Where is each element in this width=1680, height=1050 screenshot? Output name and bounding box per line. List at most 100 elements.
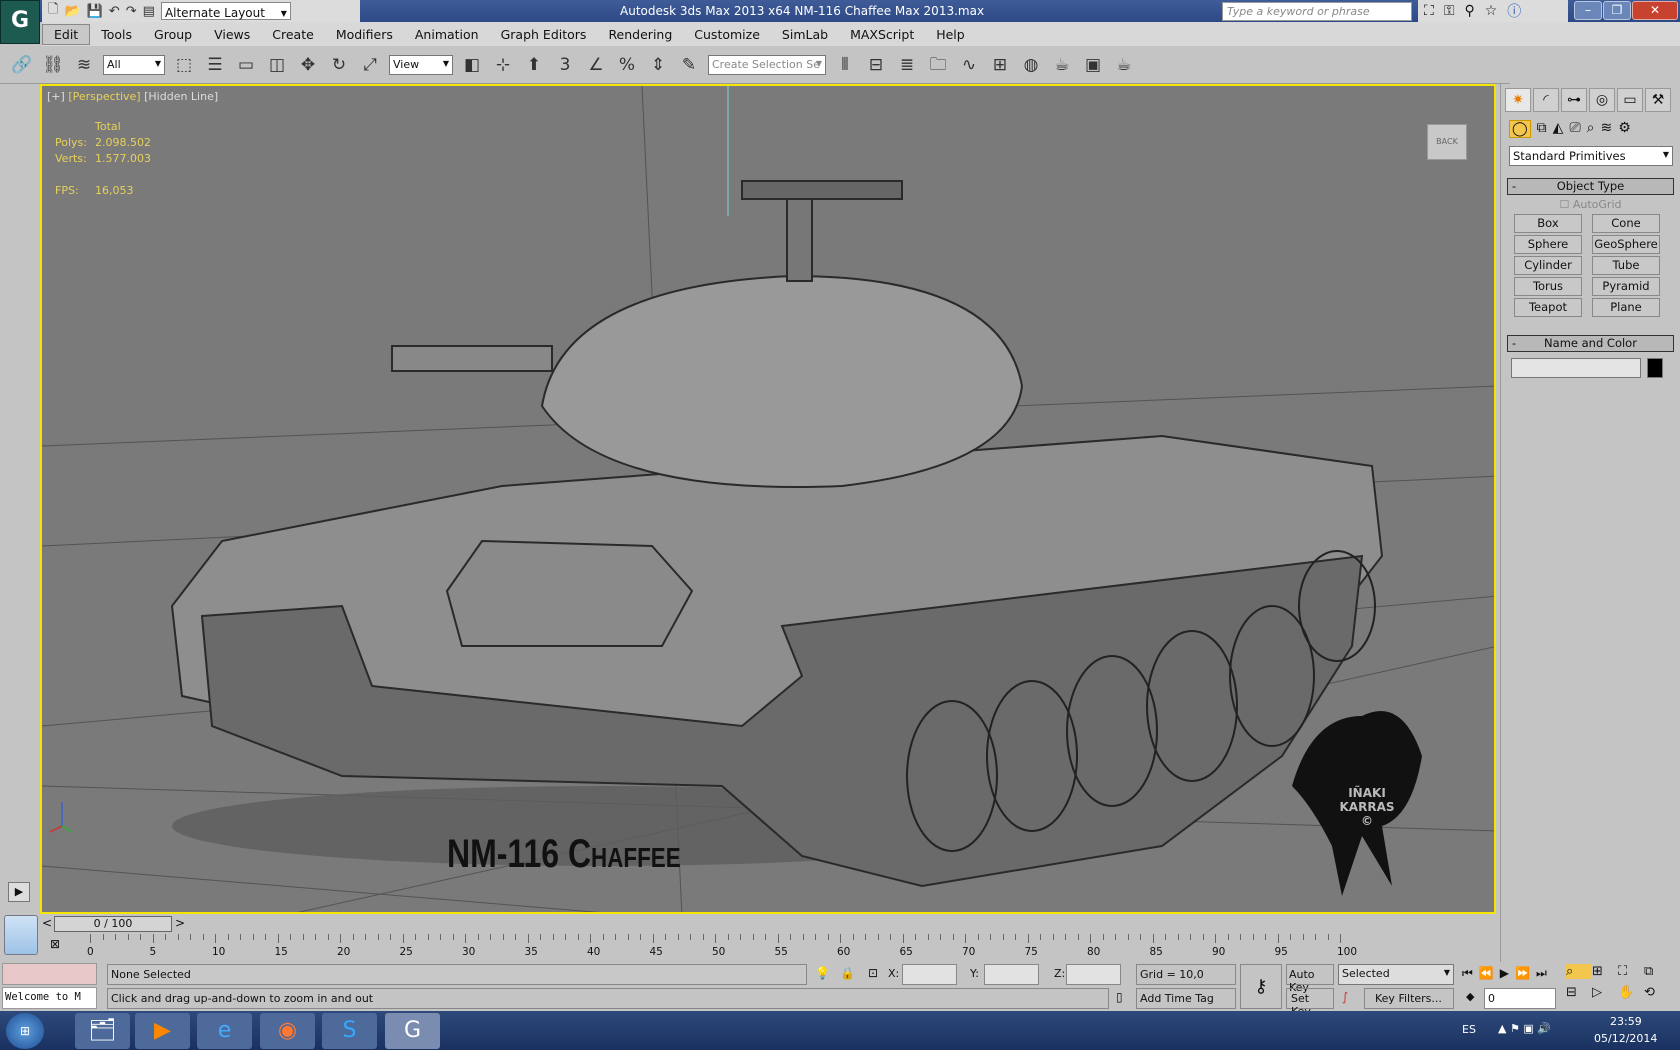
object-name-input[interactable]	[1511, 358, 1641, 378]
media-player-taskbar-icon[interactable]: ▶	[135, 1013, 190, 1049]
curve-editor-toggle-icon[interactable]: ⊠	[50, 937, 60, 951]
create-tube-button[interactable]: Tube	[1592, 256, 1660, 275]
shapes-icon[interactable]: ⧉	[1537, 120, 1547, 138]
save-icon[interactable]: 💾	[87, 4, 103, 19]
language-indicator[interactable]: ES	[1462, 1023, 1476, 1036]
explorer-taskbar-icon[interactable]: 🗂	[75, 1013, 130, 1049]
selection-filter-dropdown[interactable]: All	[103, 54, 165, 75]
menu-graph-editors[interactable]: Graph Editors	[490, 25, 598, 44]
go-to-start-icon[interactable]: ⏮	[1462, 966, 1473, 981]
helpers-icon[interactable]: ⌕	[1587, 120, 1595, 138]
menu-tools[interactable]: Tools	[90, 25, 143, 44]
viewport-menu-label[interactable]: [+]	[47, 90, 65, 103]
schematic-view-icon[interactable]: ⊞	[988, 52, 1012, 78]
create-geosphere-button[interactable]: GeoSphere	[1592, 235, 1660, 254]
3dsmax-taskbar-icon[interactable]: G	[385, 1013, 440, 1049]
key-mode-toggle-icon[interactable]: ◆	[1466, 990, 1474, 1003]
unlink-icon[interactable]: ⛓	[41, 52, 65, 78]
key-mode-dropdown[interactable]: Selected	[1338, 964, 1454, 985]
scene-explorer-icon[interactable]: 🗀	[926, 52, 950, 78]
select-by-name-icon[interactable]: ☰	[203, 52, 227, 78]
go-to-end-icon[interactable]: ⏭	[1536, 966, 1547, 981]
layer-manager-icon[interactable]: ≣	[895, 52, 919, 78]
spinner-snap-icon[interactable]: ⇕	[646, 52, 670, 78]
menu-create[interactable]: Create	[261, 25, 325, 44]
time-slider[interactable]: < 0 / 100 >	[40, 915, 1496, 933]
reference-coordinate-dropdown[interactable]: View	[389, 54, 453, 75]
create-torus-button[interactable]: Torus	[1514, 277, 1582, 296]
clock-date[interactable]: 05/12/2014	[1594, 1032, 1657, 1045]
next-key-icon[interactable]: ⏩	[1515, 966, 1530, 981]
minimize-button[interactable]: –	[1574, 1, 1602, 20]
create-teapot-button[interactable]: Teapot	[1514, 298, 1582, 317]
menu-views[interactable]: Views	[203, 25, 261, 44]
undo-icon[interactable]: ↶	[109, 4, 120, 19]
expand-arrow-button[interactable]: ▶	[8, 882, 30, 902]
key-tangent-icon[interactable]: ∫	[1342, 990, 1348, 1004]
rect-selection-icon[interactable]: ▭	[234, 52, 258, 78]
project-folder-icon[interactable]: ▤	[143, 4, 155, 19]
create-cylinder-button[interactable]: Cylinder	[1514, 256, 1582, 275]
keyboard-shortcut-icon[interactable]: ⬆	[522, 52, 546, 78]
isolate-icon[interactable]: 💡	[815, 966, 830, 980]
menu-simlab[interactable]: SimLab	[771, 25, 839, 44]
create-box-button[interactable]: Box	[1514, 214, 1582, 233]
auto-key-button[interactable]: Auto Key	[1286, 964, 1334, 994]
current-frame-input[interactable]: 0	[1484, 988, 1556, 1009]
menu-rendering[interactable]: Rendering	[597, 25, 683, 44]
viewport-label[interactable]: [+] [Perspective] [Hidden Line]	[47, 90, 218, 103]
firefox-taskbar-icon[interactable]: ◉	[260, 1013, 315, 1049]
close-button[interactable]: ✕	[1632, 1, 1678, 20]
render-setup-icon[interactable]: ☕	[1050, 52, 1074, 78]
search-input[interactable]: Type a keyword or phrase	[1222, 2, 1412, 21]
menu-group[interactable]: Group	[143, 25, 203, 44]
display-tab-icon[interactable]: ▭	[1617, 88, 1643, 112]
pivot-center-icon[interactable]: ◧	[460, 52, 484, 78]
zoom-extents-icon[interactable]: ⛶	[1618, 964, 1644, 979]
clock-time[interactable]: 23:59	[1610, 1015, 1642, 1028]
set-key-icon[interactable]: ⚷	[1240, 964, 1282, 1009]
viewport-shading-label[interactable]: [Hidden Line]	[144, 90, 218, 103]
create-sphere-button[interactable]: Sphere	[1514, 235, 1582, 254]
tray-icons[interactable]: ▲ ⚑ ▣ 🔊	[1498, 1022, 1551, 1035]
select-object-icon[interactable]: ⬚	[172, 52, 196, 78]
zoom-all-icon[interactable]: ⊞	[1592, 964, 1618, 979]
menu-modifiers[interactable]: Modifiers	[325, 25, 404, 44]
key-filters-button[interactable]: Key Filters...	[1364, 988, 1454, 1009]
ie-taskbar-icon[interactable]: e	[197, 1013, 252, 1049]
key-icon[interactable]: ⚿	[1444, 3, 1455, 19]
orbit-icon[interactable]: ⟲	[1644, 985, 1670, 1000]
prev-frame-arrow[interactable]: <	[42, 916, 52, 930]
material-editor-icon[interactable]: ◍	[1019, 52, 1043, 78]
zoom-extents-all-icon[interactable]: ⧉	[1644, 964, 1670, 979]
create-tab-icon[interactable]: ✷	[1505, 88, 1531, 112]
create-cone-button[interactable]: Cone	[1592, 214, 1660, 233]
add-time-tag-button[interactable]: Add Time Tag	[1136, 988, 1236, 1009]
create-plane-button[interactable]: Plane	[1592, 298, 1660, 317]
geometry-icon[interactable]: ◯	[1509, 120, 1531, 138]
menu-animation[interactable]: Animation	[404, 25, 490, 44]
systems-icon[interactable]: ⚙	[1618, 120, 1631, 138]
lock-selection-icon[interactable]: 🔒	[840, 966, 855, 980]
mirror-icon[interactable]: ⫴	[833, 52, 857, 78]
app-menu-button[interactable]: G	[0, 0, 40, 44]
time-slider-thumb[interactable]: 0 / 100	[54, 916, 172, 932]
menu-edit[interactable]: Edit	[42, 23, 91, 45]
rendered-frame-icon[interactable]: ▣	[1081, 52, 1105, 78]
edit-named-selection-icon[interactable]: ✎	[677, 52, 701, 78]
motion-tab-icon[interactable]: ◎	[1589, 88, 1615, 112]
curve-editor-icon[interactable]: ∿	[957, 52, 981, 78]
y-coordinate-input[interactable]	[984, 964, 1039, 985]
link-icon[interactable]: 🔗	[10, 52, 34, 78]
menu-customize[interactable]: Customize	[683, 25, 771, 44]
maxscript-listener-input[interactable]: Welcome to M	[2, 987, 97, 1009]
autogrid-checkbox[interactable]: ☐ AutoGrid	[1501, 198, 1680, 211]
render-production-icon[interactable]: ☕	[1112, 52, 1136, 78]
menu-help[interactable]: Help	[925, 25, 976, 44]
named-selection-set-dropdown[interactable]: Create Selection Se	[708, 54, 826, 75]
set-key-button[interactable]: Set Key	[1286, 988, 1334, 1018]
cameras-icon[interactable]: ⎚	[1569, 120, 1580, 138]
scale-icon[interactable]: ⤢	[358, 52, 382, 78]
menu-maxscript[interactable]: MAXScript	[839, 25, 925, 44]
zoom-icon[interactable]: ⌕	[1566, 964, 1592, 979]
